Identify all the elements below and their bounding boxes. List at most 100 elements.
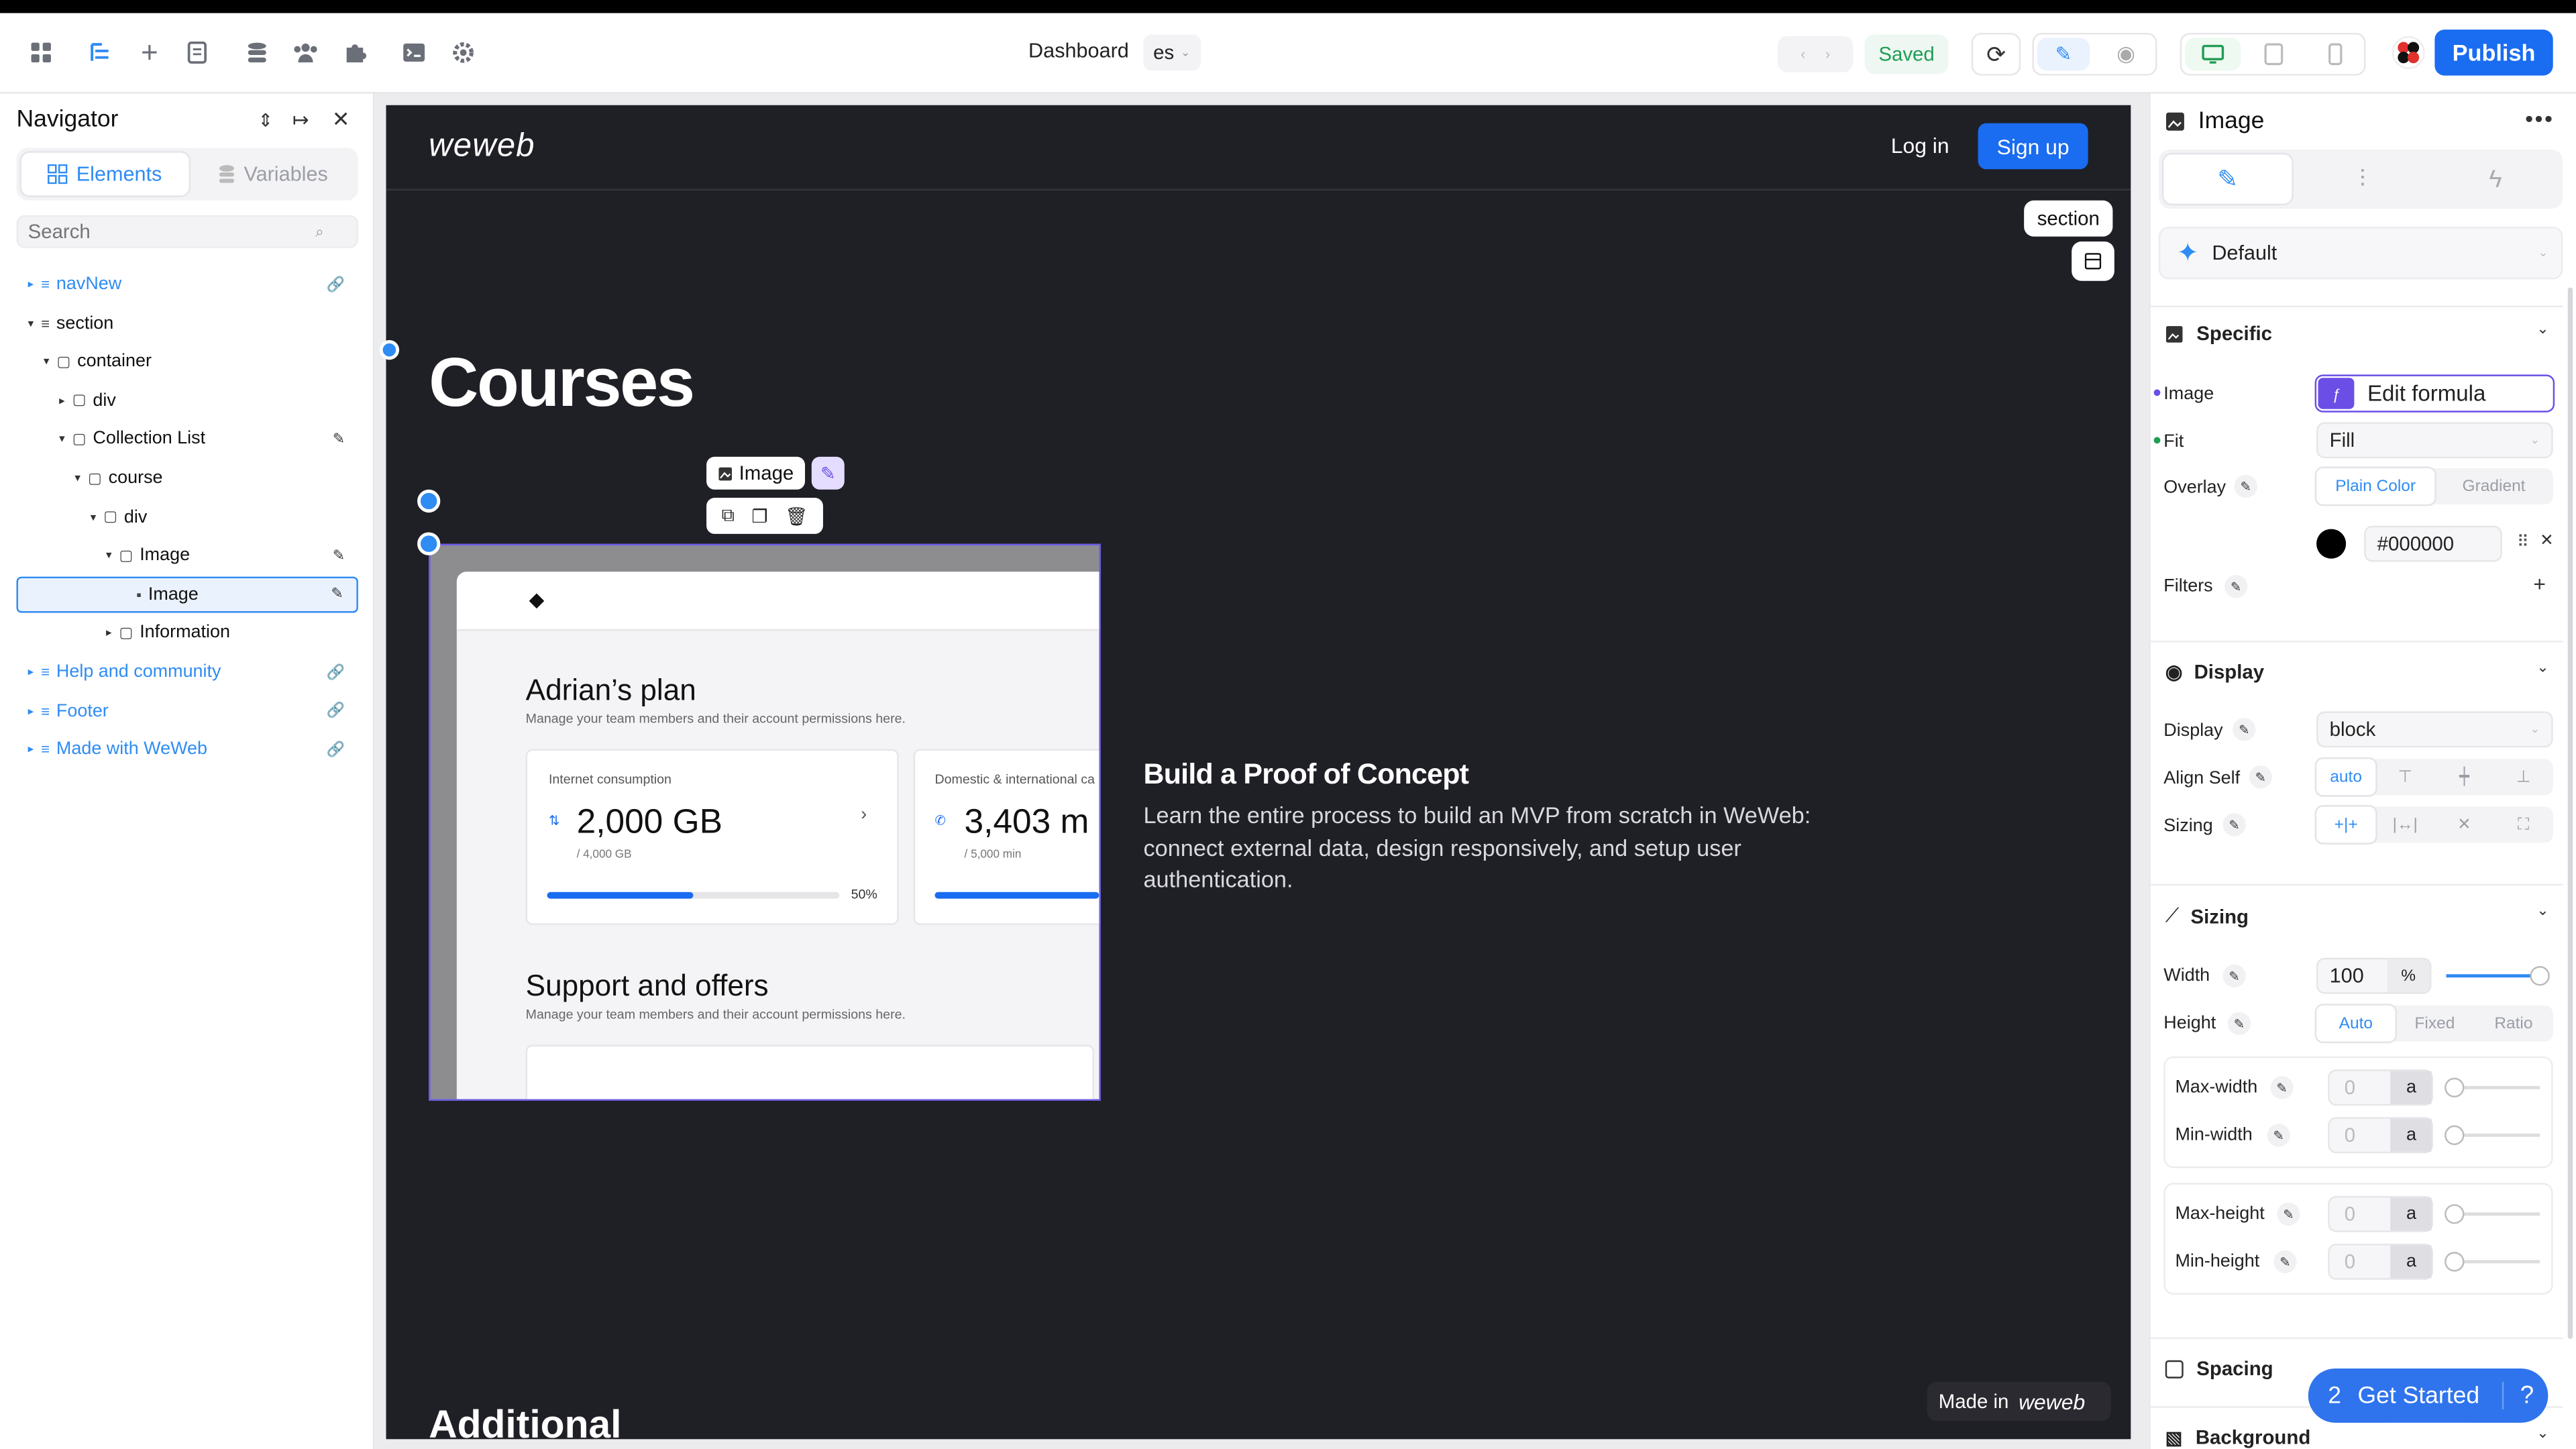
parent-handle[interactable]: [417, 489, 441, 513]
chevron-down-icon[interactable]: ⌄: [2536, 321, 2548, 339]
pin-icon[interactable]: ✎: [2222, 964, 2246, 987]
edit-mode-button[interactable]: ✎: [2037, 38, 2090, 71]
navigator-search[interactable]: ⌕: [16, 215, 358, 248]
undo-redo-group[interactable]: ‹ ›: [1777, 36, 1854, 72]
bound-pin-icon[interactable]: ✎: [333, 430, 345, 448]
language-selector[interactable]: es ⌄: [1143, 34, 1201, 71]
tree-item[interactable]: ▾ ≡ section: [16, 305, 358, 341]
pin-icon[interactable]: ✎: [2277, 1202, 2300, 1226]
tab-settings[interactable]: ⫶: [2298, 154, 2426, 203]
caret-down-icon[interactable]: ▾: [91, 511, 104, 523]
min-width-slider[interactable]: [2454, 1133, 2540, 1137]
caret-down-icon[interactable]: ▾: [106, 549, 119, 562]
section-sizing-header[interactable]: ⟋ Sizing: [2165, 904, 2249, 928]
image-element-badge[interactable]: Image: [706, 456, 806, 490]
height-fixed[interactable]: Fixed: [2396, 1006, 2475, 1042]
tab-elements[interactable]: Elements: [21, 152, 189, 196]
tab-style[interactable]: ✎: [2163, 154, 2292, 204]
style-preset-select[interactable]: ✦ Default ⌄: [2158, 226, 2563, 280]
color-swatch[interactable]: [2316, 529, 2347, 559]
tree-item[interactable]: ▸ ▢ div: [16, 382, 358, 419]
width-unit[interactable]: %: [2387, 959, 2430, 993]
signup-button[interactable]: Sign up: [1978, 123, 2088, 170]
more-options-icon[interactable]: •••: [2525, 105, 2554, 131]
width-input[interactable]: 100 %: [2316, 957, 2432, 994]
image-formula-field[interactable]: ƒ Edit formula: [2314, 374, 2555, 413]
add-element-icon[interactable]: +: [135, 36, 164, 68]
users-icon[interactable]: [290, 38, 320, 67]
tree-item[interactable]: ▾ ▢ course: [16, 460, 358, 496]
min-width-unit[interactable]: a: [2391, 1118, 2432, 1152]
max-height-slider[interactable]: [2454, 1212, 2540, 1216]
tree-item[interactable]: ▾ ▢ Image ✎: [16, 537, 358, 574]
pin-icon[interactable]: ✎: [2227, 1012, 2251, 1035]
display-select[interactable]: block ⌄: [2316, 711, 2553, 748]
link-icon[interactable]: 🔗: [327, 741, 345, 759]
settings-gear-icon[interactable]: [449, 38, 478, 67]
caret-right-icon[interactable]: ▸: [28, 743, 42, 756]
height-ratio[interactable]: Ratio: [2474, 1006, 2553, 1042]
section-settings-button[interactable]: [2072, 241, 2114, 281]
link-icon[interactable]: 🔗: [327, 702, 345, 720]
sync-refresh-button[interactable]: ⟳: [1971, 32, 2021, 76]
pin-panel-icon[interactable]: ↦: [292, 109, 309, 131]
desktop-view-button[interactable]: [2185, 38, 2241, 71]
navigator-tree-icon[interactable]: [85, 38, 115, 67]
pin-icon[interactable]: ✎: [2273, 1250, 2297, 1273]
tree-item[interactable]: ▸ ≡ Footer 🔗: [16, 692, 358, 729]
min-height-slider[interactable]: [2454, 1260, 2540, 1264]
tree-item[interactable]: ▸ ≡ Made with WeWeb 🔗: [16, 731, 358, 767]
tree-item[interactable]: ▪ Image ✎: [16, 576, 358, 612]
search-input[interactable]: [28, 220, 316, 244]
align-end-icon[interactable]: ⊥: [2494, 759, 2553, 795]
section-specific-header[interactable]: Specific: [2165, 322, 2272, 345]
preview-mode-button[interactable]: ◉: [2100, 38, 2152, 70]
overlay-gradient[interactable]: Gradient: [2434, 468, 2553, 504]
sizing-ratio-icon[interactable]: ⛶: [2494, 806, 2553, 843]
section-handle[interactable]: [379, 339, 400, 360]
add-filter-icon[interactable]: +: [2533, 572, 2546, 596]
bound-pin-icon[interactable]: ✎: [331, 586, 343, 604]
code-terminal-icon[interactable]: [399, 38, 429, 67]
width-slider[interactable]: [2446, 974, 2542, 978]
undo-icon[interactable]: ‹: [1801, 46, 1805, 62]
link-icon[interactable]: 🔗: [327, 275, 345, 293]
pin-icon[interactable]: ✎: [2233, 718, 2256, 741]
align-start-icon[interactable]: ⊤: [2375, 759, 2434, 795]
pin-icon[interactable]: ✎: [2222, 813, 2246, 837]
selection-handle[interactable]: [417, 532, 441, 555]
sizing-none-icon[interactable]: ✕: [2434, 806, 2493, 843]
caret-right-icon[interactable]: ▸: [28, 278, 42, 290]
max-height-input[interactable]: 0 a: [2328, 1195, 2433, 1232]
redo-icon[interactable]: ›: [1825, 46, 1830, 62]
min-height-knob[interactable]: [2445, 1252, 2465, 1272]
height-auto[interactable]: Auto: [2316, 1005, 2396, 1042]
align-auto[interactable]: auto: [2316, 759, 2376, 796]
chevron-down-icon[interactable]: ⌄: [2536, 1424, 2548, 1442]
tab-workflows[interactable]: ϟ: [2431, 154, 2559, 203]
panel-scrollbar[interactable]: [2567, 287, 2573, 1339]
caret-right-icon[interactable]: ▸: [28, 665, 42, 678]
chevron-down-icon[interactable]: ⌄: [2536, 659, 2548, 677]
max-width-slider[interactable]: [2454, 1085, 2540, 1089]
color-hex-input[interactable]: #000000: [2364, 525, 2502, 562]
bind-pin-button[interactable]: ✎: [811, 456, 845, 490]
tab-variables[interactable]: Variables: [194, 153, 354, 196]
caret-down-icon[interactable]: ▾: [74, 472, 88, 484]
remove-icon[interactable]: ✕: [2540, 532, 2554, 550]
apps-grid-icon[interactable]: [26, 38, 56, 67]
tree-item[interactable]: ▸ ≡ navNew 🔗: [16, 266, 358, 303]
pin-icon[interactable]: ✎: [2270, 1076, 2294, 1099]
pin-icon[interactable]: ✎: [2267, 1124, 2290, 1147]
caret-right-icon[interactable]: ▸: [106, 627, 119, 639]
caret-down-icon[interactable]: ▾: [28, 317, 42, 329]
max-width-knob[interactable]: [2445, 1077, 2465, 1097]
login-link[interactable]: Log in: [1891, 133, 1949, 158]
bound-pin-icon[interactable]: ✎: [333, 547, 345, 565]
chevron-down-icon[interactable]: ⌄: [2536, 902, 2548, 920]
tree-item[interactable]: ▾ ▢ Collection List ✎: [16, 421, 358, 458]
pin-icon[interactable]: ✎: [2224, 575, 2248, 598]
max-width-unit[interactable]: a: [2391, 1071, 2432, 1104]
tree-item[interactable]: ▾ ▢ div: [16, 498, 358, 535]
publish-button[interactable]: Publish: [2434, 30, 2553, 76]
